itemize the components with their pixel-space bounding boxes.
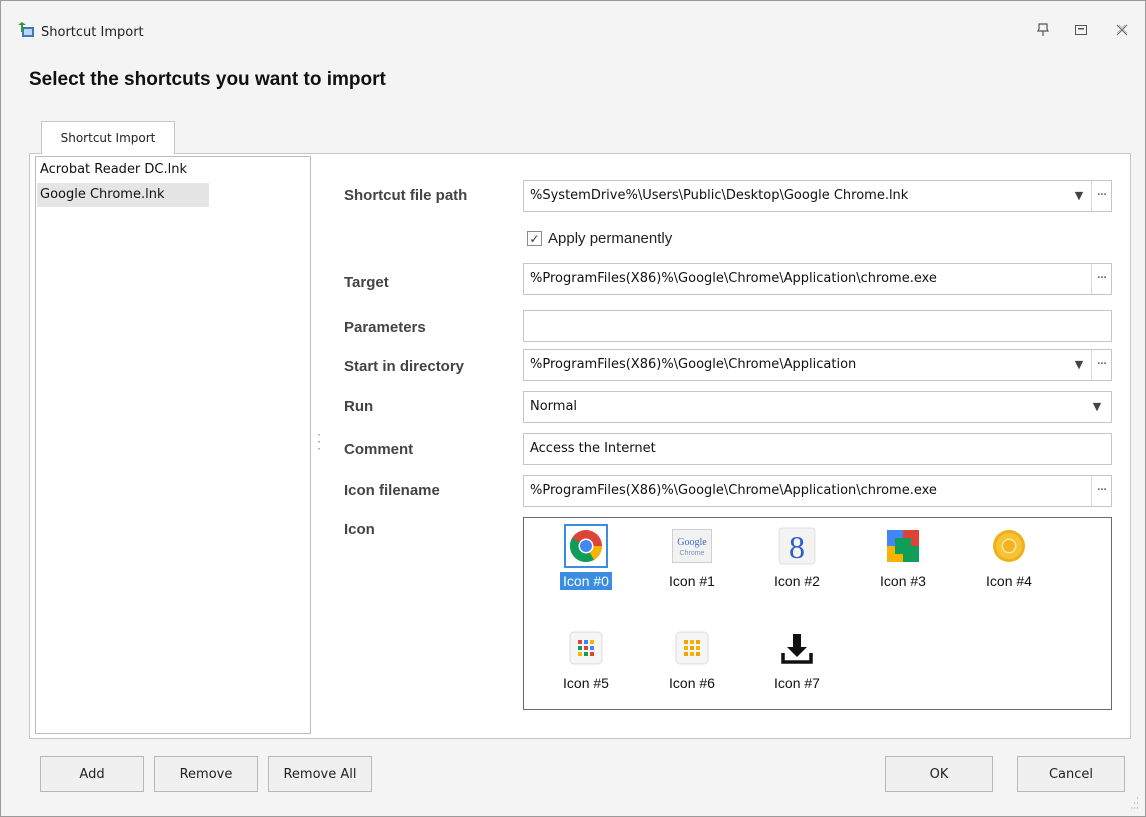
resize-grip-icon[interactable]: · ·· ··· [1130,795,1139,814]
browse-button[interactable]: ··· [1091,350,1111,380]
icon-filename-label: Icon filename [344,482,440,499]
target-value: %ProgramFiles(X86)%\Google\Chrome\Applic… [530,271,937,286]
start-dir-label: Start in directory [344,358,465,375]
icon-option[interactable]: Icon #3 [858,520,948,592]
chrome-canary-icon [987,524,1031,568]
parameters-label: Parameters [344,319,426,336]
run-label: Run [344,398,374,415]
icon-word-google: Google [677,537,707,548]
icon-option-label: Icon #4 [986,573,1032,589]
icon-option-label: Icon #2 [774,573,820,589]
icon-option[interactable]: Icon #4 [964,520,1054,592]
close-icon[interactable] [1110,18,1134,42]
start-dir-value: %ProgramFiles(X86)%\Google\Chrome\Applic… [530,357,857,372]
icon-picker[interactable]: Icon #0 Google Chrome Icon #1 8 Icon #2 [523,517,1112,710]
shortcut-path-combo[interactable]: %SystemDrive%\Users\Public\Desktop\Googl… [523,180,1112,212]
tab-shortcut-import[interactable]: Shortcut Import [41,121,175,154]
remove-button[interactable]: Remove [154,756,258,792]
icon-glyph: 8 [789,529,805,565]
dropdown-arrow-icon[interactable]: ▼ [1069,181,1089,211]
apply-permanently-label: Apply permanently [548,230,673,247]
google-g-icon: 8 [775,524,819,568]
dropdown-arrow-icon[interactable]: ▼ [1087,392,1107,422]
icon-option[interactable]: Icon #5 [541,622,631,694]
splitter-handle[interactable]: · · · [317,429,321,455]
browse-button[interactable]: ··· [1091,264,1111,294]
page-title: Select the shortcuts you want to import [29,69,386,90]
cancel-button[interactable]: Cancel [1017,756,1125,792]
icon-option-label: Icon #5 [563,675,609,691]
window-title: Shortcut Import [41,25,144,40]
dropdown-arrow-icon[interactable]: ▼ [1069,350,1089,380]
comment-label: Comment [344,441,414,458]
list-item[interactable]: Acrobat Reader DC.lnk [37,158,209,182]
download-icon [775,626,819,670]
icon-option[interactable]: Icon #0 [541,520,631,592]
title-bar: Shortcut Import [1,1,1145,47]
chrome-icon [564,524,608,568]
icon-option-label: Icon #7 [774,675,820,691]
target-label: Target [344,274,389,291]
remove-all-button[interactable]: Remove All [268,756,372,792]
icon-option-label: Icon #1 [669,573,715,589]
shortcut-import-window: Shortcut Import Select the shortcuts you… [0,0,1146,817]
icon-filename-value: %ProgramFiles(X86)%\Google\Chrome\Applic… [530,483,937,498]
apps-grid-color-icon [564,626,608,670]
icon-filename-field[interactable]: %ProgramFiles(X86)%\Google\Chrome\Applic… [523,475,1112,507]
icon-option[interactable]: Google Chrome Icon #1 [647,520,737,592]
icon-label: Icon [344,521,375,538]
icon-option[interactable]: 8 Icon #2 [752,520,842,592]
google-plus-colors-icon [881,524,925,568]
icon-word-chrome: Chrome [680,550,705,557]
comment-field[interactable]: Access the Internet [523,433,1112,465]
shortcut-list[interactable]: Acrobat Reader DC.lnk Google Chrome.lnk [35,156,311,734]
parameters-field[interactable] [523,310,1112,342]
icon-option[interactable]: Icon #6 [647,622,737,694]
add-button[interactable]: Add [40,756,144,792]
shortcut-path-value: %SystemDrive%\Users\Public\Desktop\Googl… [530,188,909,203]
google-chrome-text-icon: Google Chrome [670,524,714,568]
maximize-icon[interactable] [1069,18,1093,42]
run-value: Normal [530,399,578,414]
apps-grid-orange-icon [670,626,714,670]
list-item[interactable]: Google Chrome.lnk [37,183,209,207]
icon-option-label: Icon #3 [880,573,926,589]
apply-permanently-checkbox[interactable]: ✓ Apply permanently [527,230,672,247]
icon-option-label: Icon #0 [560,572,612,590]
start-dir-combo[interactable]: %ProgramFiles(X86)%\Google\Chrome\Applic… [523,349,1112,381]
ok-button[interactable]: OK [885,756,993,792]
run-select[interactable]: Normal ▼ [523,391,1112,423]
pin-icon[interactable] [1031,18,1055,42]
import-app-icon [17,22,35,38]
checkmark-icon[interactable]: ✓ [527,231,542,246]
comment-value: Access the Internet [530,441,656,456]
target-field[interactable]: %ProgramFiles(X86)%\Google\Chrome\Applic… [523,263,1112,295]
icon-option[interactable]: Icon #7 [752,622,842,694]
browse-button[interactable]: ··· [1091,181,1111,211]
shortcut-path-label: Shortcut file path [344,187,468,204]
browse-button[interactable]: ··· [1091,476,1111,506]
icon-option-label: Icon #6 [669,675,715,691]
